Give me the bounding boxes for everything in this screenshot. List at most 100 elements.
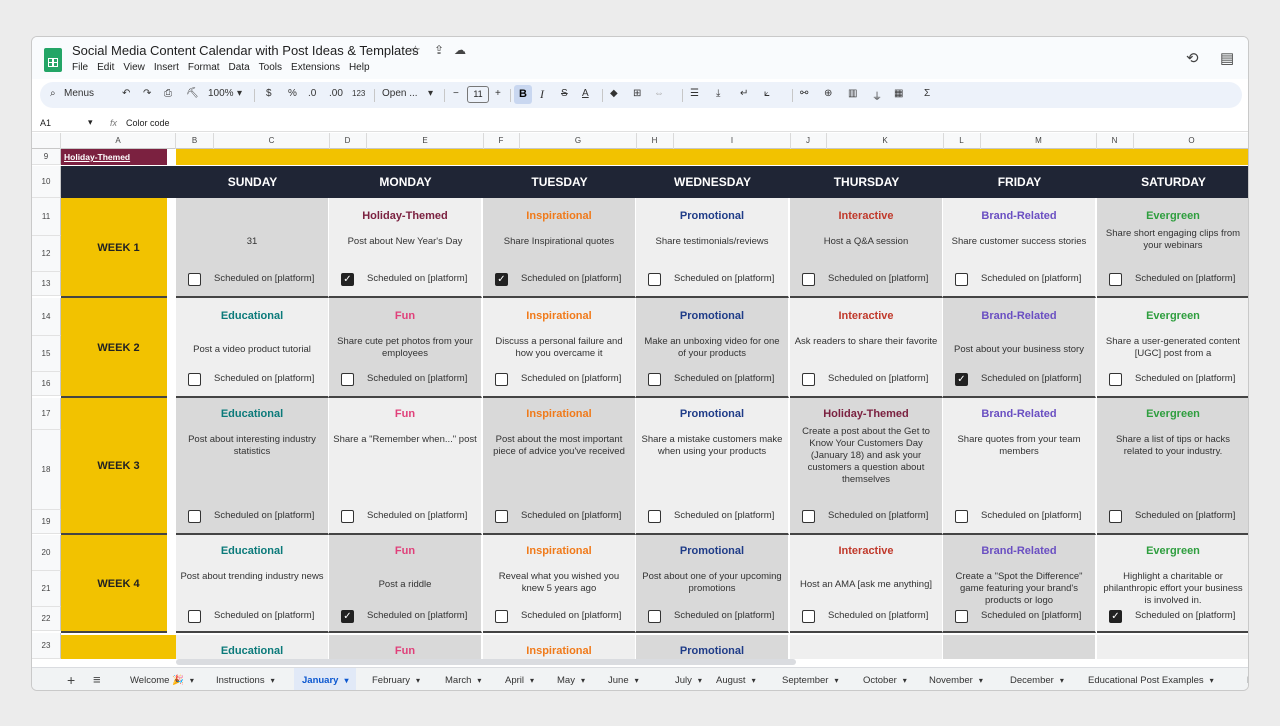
sheet-tab-june[interactable]: June ▾ [608, 668, 639, 690]
chevron-down-icon[interactable]: ▾ [635, 676, 639, 685]
column-header-h[interactable]: H [636, 133, 674, 149]
row-header-14[interactable]: 14 [32, 298, 61, 336]
row-header-22[interactable]: 22 [32, 607, 61, 631]
chevron-down-icon[interactable]: ▾ [834, 676, 838, 685]
column-header-o[interactable]: O [1134, 133, 1248, 149]
undo-icon[interactable]: ↶ [122, 88, 130, 99]
calendar-cell[interactable]: Promotional Share a mistake customers mak… [636, 398, 789, 535]
column-header-e[interactable]: E [367, 133, 484, 149]
sheet-tab-educational-post-examples[interactable]: Educational Post Examples ▾ [1088, 668, 1214, 690]
sheet-tab-welcome[interactable]: Welcome 🎉 ▾ [130, 668, 194, 690]
column-header-l[interactable]: L [943, 133, 981, 149]
scheduled-checkbox[interactable] [1109, 273, 1122, 286]
cell-a9-holiday-themed[interactable]: Holiday-Themed [61, 149, 167, 165]
row-header-16[interactable]: 16 [32, 372, 61, 396]
scheduled-checkbox[interactable]: ✓ [495, 273, 508, 286]
menu-help[interactable]: Help [349, 62, 370, 73]
percent-format[interactable]: % [288, 88, 297, 99]
row-header-19[interactable]: 19 [32, 510, 61, 534]
version-history-icon[interactable]: ⟲ [1186, 49, 1199, 67]
calendar-cell[interactable]: Fun Share cute pet photos from your emplo… [329, 298, 482, 398]
sheets-logo-icon[interactable] [44, 48, 62, 72]
column-header-i[interactable]: I [674, 133, 791, 149]
spreadsheet-grid[interactable]: 9 10 11 12 13 14 15 16 17 18 19 20 21 22 23 Holiday-The… [32, 149, 1248, 659]
scheduled-checkbox[interactable] [955, 273, 968, 286]
chevron-down-icon[interactable]: ▾ [530, 676, 534, 685]
scheduled-checkbox[interactable] [495, 373, 508, 386]
text-color-button[interactable]: A [582, 88, 589, 99]
functions-button[interactable]: Σ [924, 88, 930, 99]
sheet-tab-f[interactable]: F [1247, 668, 1248, 690]
insert-chart-icon[interactable]: ▥ [848, 88, 857, 99]
calendar-cell-partial[interactable] [943, 635, 1096, 659]
bold-button[interactable]: B [514, 85, 532, 104]
scheduled-checkbox[interactable] [802, 610, 815, 623]
font-select[interactable]: Open ... [382, 88, 418, 99]
increase-font-size[interactable]: + [495, 88, 501, 99]
sheet-tab-instructions[interactable]: Instructions ▾ [216, 668, 275, 690]
calendar-cell-partial[interactable] [1097, 635, 1248, 659]
calendar-cell[interactable]: Evergreen Share a list of tips or hacks r… [1097, 398, 1248, 535]
row-header-12[interactable]: 12 [32, 236, 61, 272]
decrease-font-size[interactable]: − [453, 88, 459, 99]
calendar-cell[interactable]: Fun Share a "Remember when..." post Schedu… [329, 398, 482, 535]
menus-search[interactable]: Menus [64, 88, 94, 99]
calendar-cell[interactable]: Inspirational Discuss a personal failure … [483, 298, 636, 398]
chevron-down-icon[interactable]: ▾ [979, 676, 983, 685]
chevron-down-icon[interactable]: ▾ [190, 676, 194, 685]
sheet-tab-april[interactable]: April ▾ [505, 668, 534, 690]
sheet-tab-july[interactable]: July ▾ [675, 668, 702, 690]
horizontal-scrollbar[interactable] [176, 659, 796, 665]
calendar-cell[interactable]: Evergreen Share short engaging clips from… [1097, 198, 1248, 298]
scheduled-checkbox[interactable] [648, 273, 661, 286]
increase-decimal[interactable]: .00 [329, 88, 343, 99]
strikethrough-button[interactable]: S [561, 88, 568, 99]
formula-input[interactable]: Color code [126, 118, 170, 128]
chevron-down-icon[interactable]: ▾ [903, 676, 907, 685]
align-horizontal-icon[interactable]: ☰ [690, 88, 699, 99]
sheet-tab-august[interactable]: August ▾ [716, 668, 756, 690]
row-header-13[interactable]: 13 [32, 272, 61, 296]
column-header-n[interactable]: N [1096, 133, 1134, 149]
calendar-cell[interactable]: 31 Scheduled on [platform] [176, 198, 329, 298]
calendar-cell[interactable]: Brand-Related Share quotes from your team… [943, 398, 1096, 535]
chevron-down-icon[interactable]: ▾ [752, 676, 756, 685]
scheduled-checkbox[interactable] [648, 610, 661, 623]
redo-icon[interactable]: ↷ [143, 88, 151, 99]
row-header-21[interactable]: 21 [32, 571, 61, 607]
comments-icon[interactable]: ▤ [1220, 49, 1234, 67]
scheduled-checkbox[interactable]: ✓ [1109, 610, 1122, 623]
calendar-cell[interactable]: Educational Post about interesting indust… [176, 398, 329, 535]
calendar-cell[interactable]: Educational Post a video product tutorial… [176, 298, 329, 398]
row-header-23[interactable]: 23 [32, 633, 61, 659]
calendar-cell[interactable]: Holiday-Themed Create a post about the Ge… [790, 398, 943, 535]
scheduled-checkbox[interactable]: ✓ [341, 610, 354, 623]
star-icon[interactable]: ☆ [410, 43, 421, 57]
scheduled-checkbox[interactable]: ✓ [955, 373, 968, 386]
print-icon[interactable]: ⎙ [164, 88, 172, 99]
name-box[interactable]: A1 [40, 118, 51, 128]
calendar-cell[interactable]: Brand-Related Post about your business st… [943, 298, 1096, 398]
calendar-cell[interactable]: Interactive Ask readers to share their fa… [790, 298, 943, 398]
column-header-b[interactable]: B [176, 133, 214, 149]
menu-format[interactable]: Format [188, 62, 220, 73]
italic-button[interactable]: I [540, 87, 544, 102]
chevron-down-icon[interactable]: ▾ [1060, 676, 1064, 685]
scheduled-checkbox[interactable] [188, 373, 201, 386]
chevron-down-icon[interactable]: ▾ [344, 676, 348, 685]
sheet-tab-october[interactable]: October ▾ [863, 668, 907, 690]
chevron-down-icon[interactable]: ▾ [581, 676, 585, 685]
column-header-f[interactable]: F [483, 133, 520, 149]
chevron-down-icon[interactable]: ▾ [271, 676, 275, 685]
font-size-input[interactable]: 11 [467, 86, 489, 103]
calendar-cell[interactable]: Interactive Host a Q&A session Scheduled o… [790, 198, 943, 298]
sheet-tab-may[interactable]: May ▾ [557, 668, 585, 690]
calendar-cell[interactable]: Promotional Post about one of your upcomi… [636, 535, 789, 633]
scheduled-checkbox[interactable] [955, 610, 968, 623]
menu-file[interactable]: File [72, 62, 88, 73]
sheet-tab-september[interactable]: September ▾ [782, 668, 839, 690]
column-header-g[interactable]: G [520, 133, 637, 149]
menu-view[interactable]: View [123, 62, 145, 73]
chevron-down-icon[interactable]: ▾ [416, 676, 420, 685]
fill-color-icon[interactable]: ◆ [610, 88, 618, 99]
